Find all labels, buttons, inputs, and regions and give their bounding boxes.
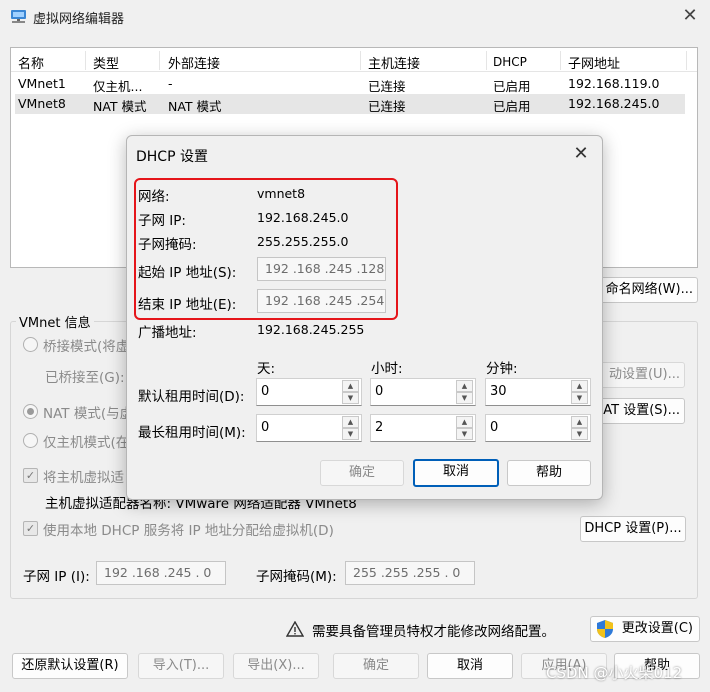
- column-header-name[interactable]: 名称: [18, 53, 44, 72]
- network-editor-icon: [11, 10, 26, 23]
- cell-dhcp: 已启用: [493, 79, 531, 94]
- column-header-subnet[interactable]: 子网地址: [568, 53, 620, 72]
- default-lease-hours-stepper[interactable]: 0 ▲ ▼: [370, 378, 476, 406]
- down-arrow-icon[interactable]: ▼: [456, 392, 473, 404]
- cell-host: 已连接: [368, 79, 406, 94]
- up-arrow-icon[interactable]: ▲: [342, 380, 359, 392]
- change-settings-label: 更改设置(C): [621, 621, 693, 636]
- up-arrow-icon[interactable]: ▲: [456, 416, 473, 428]
- up-arrow-icon[interactable]: ▲: [456, 380, 473, 392]
- hours-header: 小时:: [371, 361, 403, 377]
- days-header: 天:: [257, 361, 276, 377]
- export-button[interactable]: 导出(X)...: [233, 653, 319, 679]
- cell-host: 已连接: [368, 99, 406, 114]
- default-lease-minutes-stepper[interactable]: 30 ▲ ▼: [485, 378, 591, 406]
- down-arrow-icon[interactable]: ▼: [571, 428, 588, 440]
- connect-adapter-checkbox[interactable]: ✓: [23, 468, 38, 483]
- window-title: 虚拟网络编辑器: [33, 12, 125, 27]
- stepper-value: 0: [375, 384, 384, 399]
- subnet-ip-label: 子网 IP (I):: [23, 569, 90, 585]
- watermark: CSDN @小火柴012: [546, 664, 683, 682]
- dialog-title: DHCP 设置: [136, 149, 208, 165]
- cell-type: NAT 模式: [93, 99, 147, 114]
- down-arrow-icon[interactable]: ▼: [571, 392, 588, 404]
- dhcp-settings-button[interactable]: DHCP 设置(P)...: [580, 516, 686, 542]
- down-arrow-icon[interactable]: ▼: [342, 392, 359, 404]
- cell-subnet: 192.168.119.0: [568, 76, 660, 91]
- stepper-value: 0: [261, 420, 270, 435]
- host-only-label: 仅主机模式(在: [43, 435, 130, 451]
- shield-icon: [597, 620, 613, 638]
- connect-adapter-label: 将主机虚拟适: [43, 470, 124, 486]
- dialog-help-button[interactable]: 帮助: [507, 460, 591, 486]
- dialog-cancel-button[interactable]: 取消: [413, 459, 499, 487]
- max-lease-label: 最长租用时间(M):: [138, 425, 246, 441]
- up-arrow-icon[interactable]: ▲: [342, 416, 359, 428]
- bridged-to-label: 已桥接至(G):: [45, 370, 125, 386]
- stepper-value: 0: [490, 420, 499, 435]
- down-arrow-icon[interactable]: ▼: [456, 428, 473, 440]
- subnet-mask-field[interactable]: 255 .255 .255 . 0: [345, 561, 475, 585]
- cell-name: VMnet8: [18, 96, 66, 111]
- table-row-selected[interactable]: VMnet8 NAT 模式 NAT 模式 已连接 已启用 192.168.245…: [15, 94, 685, 114]
- table-row[interactable]: VMnet1 仅主机... - 已连接 已启用 192.168.119.0: [15, 74, 685, 94]
- cancel-button[interactable]: 取消: [427, 653, 513, 679]
- ok-button[interactable]: 确定: [333, 653, 419, 679]
- stepper-value: 30: [490, 384, 507, 399]
- close-icon[interactable]: ✕: [571, 144, 591, 164]
- column-header-host[interactable]: 主机连接: [368, 53, 420, 72]
- subnet-mask-label: 子网掩码(M):: [256, 569, 337, 585]
- restore-defaults-button[interactable]: 还原默认设置(R): [12, 653, 128, 679]
- vmnet-info-title: VMnet 信息: [16, 312, 94, 331]
- cell-name: VMnet1: [18, 76, 66, 91]
- cell-dhcp: 已启用: [493, 99, 531, 114]
- max-lease-minutes-stepper[interactable]: 0 ▲ ▼: [485, 414, 591, 442]
- dialog-ok-button[interactable]: 确定: [320, 460, 404, 486]
- default-lease-label: 默认租用时间(D):: [138, 389, 245, 405]
- broadcast-value: 192.168.245.255: [257, 322, 365, 337]
- stepper-value: 0: [261, 384, 270, 399]
- red-highlight-box: [134, 178, 398, 320]
- table-header: 名称 类型 外部连接 主机连接 DHCP 子网地址: [11, 48, 697, 72]
- max-lease-hours-stepper[interactable]: 2 ▲ ▼: [370, 414, 476, 442]
- nat-mode-radio[interactable]: [23, 404, 38, 419]
- warning-icon: [286, 621, 304, 637]
- nat-mode-label: NAT 模式(与虚: [43, 406, 134, 422]
- cell-external: -: [168, 76, 173, 91]
- stepper-value: 2: [375, 420, 384, 435]
- up-arrow-icon[interactable]: ▲: [571, 416, 588, 428]
- broadcast-label: 广播地址:: [138, 325, 197, 341]
- close-icon[interactable]: ✕: [681, 7, 699, 25]
- subnet-ip-field[interactable]: 192 .168 .245 . 0: [96, 561, 226, 585]
- max-lease-days-stepper[interactable]: 0 ▲ ▼: [256, 414, 362, 442]
- up-arrow-icon[interactable]: ▲: [571, 380, 588, 392]
- down-arrow-icon[interactable]: ▼: [342, 428, 359, 440]
- cell-subnet: 192.168.245.0: [568, 96, 660, 111]
- column-header-dhcp[interactable]: DHCP: [493, 55, 527, 69]
- use-dhcp-checkbox[interactable]: ✓: [23, 521, 38, 536]
- cell-external: NAT 模式: [168, 99, 222, 114]
- host-only-radio[interactable]: [23, 433, 38, 448]
- bridge-mode-label: 桥接模式(将虚: [43, 339, 130, 355]
- default-lease-days-stepper[interactable]: 0 ▲ ▼: [256, 378, 362, 406]
- column-header-type[interactable]: 类型: [93, 53, 119, 72]
- use-dhcp-label: 使用本地 DHCP 服务将 IP 地址分配给虚拟机(D): [43, 523, 334, 539]
- column-header-external[interactable]: 外部连接: [168, 53, 220, 72]
- import-button[interactable]: 导入(T)...: [138, 653, 224, 679]
- minutes-header: 分钟:: [486, 361, 518, 377]
- admin-notice: 需要具备管理员特权才能修改网络配置。: [312, 624, 555, 640]
- bridge-mode-radio[interactable]: [23, 337, 38, 352]
- cell-type: 仅主机...: [93, 79, 143, 94]
